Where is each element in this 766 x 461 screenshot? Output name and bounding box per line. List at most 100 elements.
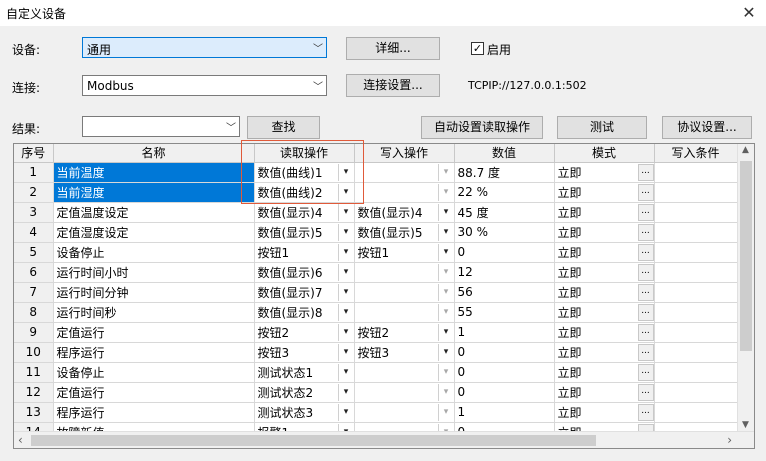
write-condition-cell[interactable]: [654, 282, 738, 303]
mode-cell[interactable]: 立即...: [554, 342, 655, 363]
write-condition-cell[interactable]: [654, 242, 738, 263]
col-header-mode[interactable]: 模式: [554, 144, 655, 163]
operations-grid[interactable]: 序号 名称 读取操作 写入操作 数值 模式 写入条件 1 当前温度 数值(曲线)1 ▾…: [13, 143, 755, 449]
value-cell[interactable]: 0: [454, 242, 555, 263]
value-cell[interactable]: 55: [454, 302, 555, 323]
scroll-up-icon[interactable]: ▲: [742, 145, 749, 155]
name-cell[interactable]: 程序运行: [53, 402, 255, 423]
value-cell[interactable]: 1: [454, 322, 555, 343]
table-row[interactable]: 4 定值湿度设定 数值(显示)5 ▾ 数值(显示)5 ▾ 30 % 立即...: [14, 222, 738, 243]
dropdown-arrow-icon[interactable]: ▾: [437, 263, 454, 281]
col-header-name[interactable]: 名称: [53, 144, 255, 163]
read-op-cell[interactable]: 数值(显示)4 ▾: [254, 202, 355, 223]
dropdown-arrow-icon[interactable]: ▾: [337, 403, 354, 421]
value-cell[interactable]: 12: [454, 262, 555, 283]
write-op-cell[interactable]: ▾: [354, 182, 455, 203]
enable-checkbox[interactable]: ✓: [471, 42, 484, 55]
dropdown-arrow-icon[interactable]: ▾: [437, 203, 454, 221]
mode-more-button[interactable]: ...: [637, 183, 653, 201]
value-cell[interactable]: 56: [454, 282, 555, 303]
read-op-cell[interactable]: 测试状态1 ▾: [254, 362, 355, 383]
mode-cell[interactable]: 立即...: [554, 202, 655, 223]
table-row[interactable]: 13 程序运行 测试状态3 ▾ ▾ 1 立即...: [14, 402, 738, 423]
vertical-scrollbar[interactable]: ▲ ▼: [737, 144, 754, 431]
scroll-right-icon[interactable]: ›: [727, 433, 732, 447]
dropdown-arrow-icon[interactable]: ▾: [337, 163, 354, 181]
close-icon[interactable]: ✕: [738, 2, 760, 24]
col-header-write[interactable]: 写入操作: [354, 144, 455, 163]
write-op-cell[interactable]: 数值(显示)5 ▾: [354, 222, 455, 243]
horizontal-scroll-thumb[interactable]: [31, 435, 596, 446]
dropdown-arrow-icon[interactable]: ▾: [437, 323, 454, 341]
dropdown-arrow-icon[interactable]: ▾: [337, 243, 354, 261]
mode-cell[interactable]: 立即...: [554, 222, 655, 243]
read-op-cell[interactable]: 按钮2 ▾: [254, 322, 355, 343]
dropdown-arrow-icon[interactable]: ▾: [337, 283, 354, 301]
table-row[interactable]: 11 设备停止 测试状态1 ▾ ▾ 0 立即...: [14, 362, 738, 383]
dropdown-arrow-icon[interactable]: ▾: [437, 303, 454, 321]
read-op-cell[interactable]: 数值(显示)7 ▾: [254, 282, 355, 303]
dropdown-arrow-icon[interactable]: ▾: [337, 343, 354, 361]
name-cell[interactable]: 程序运行: [53, 342, 255, 363]
table-row[interactable]: 3 定值温度设定 数值(显示)4 ▾ 数值(显示)4 ▾ 45 度立即...: [14, 202, 738, 223]
dropdown-arrow-icon[interactable]: ▾: [437, 223, 454, 241]
dropdown-arrow-icon[interactable]: ▾: [337, 263, 354, 281]
device-select[interactable]: 通用 ﹀: [82, 37, 327, 58]
value-cell[interactable]: 0: [454, 382, 555, 403]
test-button[interactable]: 测试: [557, 116, 647, 139]
name-cell[interactable]: 运行时间小时: [53, 262, 255, 283]
col-header-read[interactable]: 读取操作: [254, 144, 355, 163]
value-cell[interactable]: 45 度: [454, 202, 555, 223]
read-op-cell[interactable]: 数值(曲线)2 ▾: [254, 182, 355, 203]
mode-cell[interactable]: 立即...: [554, 302, 655, 323]
mode-more-button[interactable]: ...: [637, 263, 653, 281]
dropdown-arrow-icon[interactable]: ▾: [437, 243, 454, 261]
result-select[interactable]: ﹀: [82, 116, 240, 137]
write-condition-cell[interactable]: [654, 322, 738, 343]
write-op-cell[interactable]: ▾: [354, 302, 455, 323]
dropdown-arrow-icon[interactable]: ▾: [337, 383, 354, 401]
write-condition-cell[interactable]: [654, 182, 738, 203]
table-row[interactable]: 7 运行时间分钟 数值(显示)7 ▾ ▾ 56 立即...: [14, 282, 738, 303]
value-cell[interactable]: 88.7 度: [454, 162, 555, 183]
write-op-cell[interactable]: 数值(显示)4 ▾: [354, 202, 455, 223]
connection-settings-button[interactable]: 连接设置...: [346, 74, 440, 97]
dropdown-arrow-icon[interactable]: ▾: [437, 363, 454, 381]
table-row[interactable]: 1 当前温度 数值(曲线)1 ▾ ▾ 88.7 度立即...: [14, 162, 738, 183]
dropdown-arrow-icon[interactable]: ▾: [437, 183, 454, 201]
value-cell[interactable]: 30 %: [454, 222, 555, 243]
dropdown-arrow-icon[interactable]: ▾: [437, 283, 454, 301]
dropdown-arrow-icon[interactable]: ▾: [337, 363, 354, 381]
write-op-cell[interactable]: 按钮3 ▾: [354, 342, 455, 363]
dropdown-arrow-icon[interactable]: ▾: [337, 183, 354, 201]
write-condition-cell[interactable]: [654, 202, 738, 223]
write-condition-cell[interactable]: [654, 342, 738, 363]
read-op-cell[interactable]: 数值(显示)6 ▾: [254, 262, 355, 283]
name-cell[interactable]: 定值运行: [53, 382, 255, 403]
name-cell[interactable]: 定值运行: [53, 322, 255, 343]
table-row[interactable]: 9 定值运行 按钮2 ▾ 按钮2 ▾ 1 立即...: [14, 322, 738, 343]
mode-more-button[interactable]: ...: [637, 403, 653, 421]
table-row[interactable]: 6 运行时间小时 数值(显示)6 ▾ ▾ 12 立即...: [14, 262, 738, 283]
dropdown-arrow-icon[interactable]: ▾: [437, 163, 454, 181]
dropdown-arrow-icon[interactable]: ▾: [437, 343, 454, 361]
col-header-no[interactable]: 序号: [14, 144, 54, 163]
write-op-cell[interactable]: ▾: [354, 362, 455, 383]
mode-cell[interactable]: 立即...: [554, 322, 655, 343]
protocol-settings-button[interactable]: 协议设置...: [662, 116, 752, 139]
auto-set-read-button[interactable]: 自动设置读取操作: [421, 116, 543, 139]
scroll-left-icon[interactable]: ‹: [18, 433, 23, 447]
find-button[interactable]: 查找: [247, 116, 320, 139]
mode-cell[interactable]: 立即...: [554, 182, 655, 203]
dropdown-arrow-icon[interactable]: ▾: [337, 203, 354, 221]
mode-cell[interactable]: 立即...: [554, 262, 655, 283]
table-row[interactable]: 12 定值运行 测试状态2 ▾ ▾ 0 立即...: [14, 382, 738, 403]
mode-cell[interactable]: 立即...: [554, 402, 655, 423]
mode-more-button[interactable]: ...: [637, 163, 653, 181]
write-condition-cell[interactable]: [654, 362, 738, 383]
detail-button[interactable]: 详细...: [346, 37, 440, 60]
value-cell[interactable]: 0: [454, 342, 555, 363]
write-condition-cell[interactable]: [654, 302, 738, 323]
mode-more-button[interactable]: ...: [637, 363, 653, 381]
connection-select[interactable]: Modbus ﹀: [82, 75, 327, 96]
